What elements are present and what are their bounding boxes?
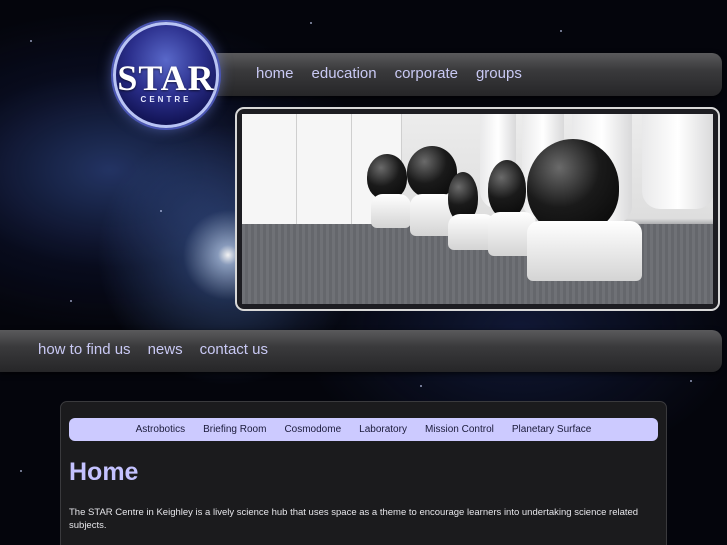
- room-link-laboratory[interactable]: Laboratory: [359, 424, 407, 435]
- nav-link-contact-us[interactable]: contact us: [200, 341, 268, 358]
- room-link-briefing-room[interactable]: Briefing Room: [203, 424, 266, 435]
- room-link-planetary-surface[interactable]: Planetary Surface: [512, 424, 592, 435]
- page-title: Home: [69, 458, 139, 486]
- top-nav: home education corporate groups: [256, 65, 522, 82]
- secondary-nav: how to find us news contact us: [38, 341, 268, 358]
- background-star: [70, 300, 72, 302]
- logo-subtitle: CENTRE: [140, 95, 192, 104]
- star-centre-logo[interactable]: STAR CENTRE: [113, 22, 219, 128]
- room-link-mission-control[interactable]: Mission Control: [425, 424, 494, 435]
- nav-link-home[interactable]: home: [256, 65, 294, 82]
- nav-link-groups[interactable]: groups: [476, 65, 522, 82]
- logo-wordmark: STAR: [117, 58, 215, 98]
- room-nav: Astrobotics Briefing Room Cosmodome Labo…: [69, 418, 658, 441]
- background-star: [160, 210, 162, 212]
- hero-photo-astronaut-helmets: [242, 114, 713, 304]
- background-star: [420, 385, 422, 387]
- intro-paragraph: The STAR Centre in Keighley is a lively …: [69, 507, 639, 531]
- helmet: [527, 139, 657, 289]
- background-star: [690, 380, 692, 382]
- background-star: [20, 470, 22, 472]
- room-link-cosmodome[interactable]: Cosmodome: [284, 424, 341, 435]
- nav-link-how-to-find-us[interactable]: how to find us: [38, 341, 131, 358]
- hero-image-frame: [235, 107, 720, 311]
- nav-link-news[interactable]: news: [148, 341, 183, 358]
- room-link-astrobotics[interactable]: Astrobotics: [136, 424, 185, 435]
- cabinet-door: [297, 114, 352, 242]
- nav-link-education[interactable]: education: [312, 65, 377, 82]
- background-star: [310, 22, 312, 24]
- background-star: [30, 40, 32, 42]
- cabinet-door: [242, 114, 297, 242]
- nav-link-corporate[interactable]: corporate: [395, 65, 458, 82]
- background-star: [560, 30, 562, 32]
